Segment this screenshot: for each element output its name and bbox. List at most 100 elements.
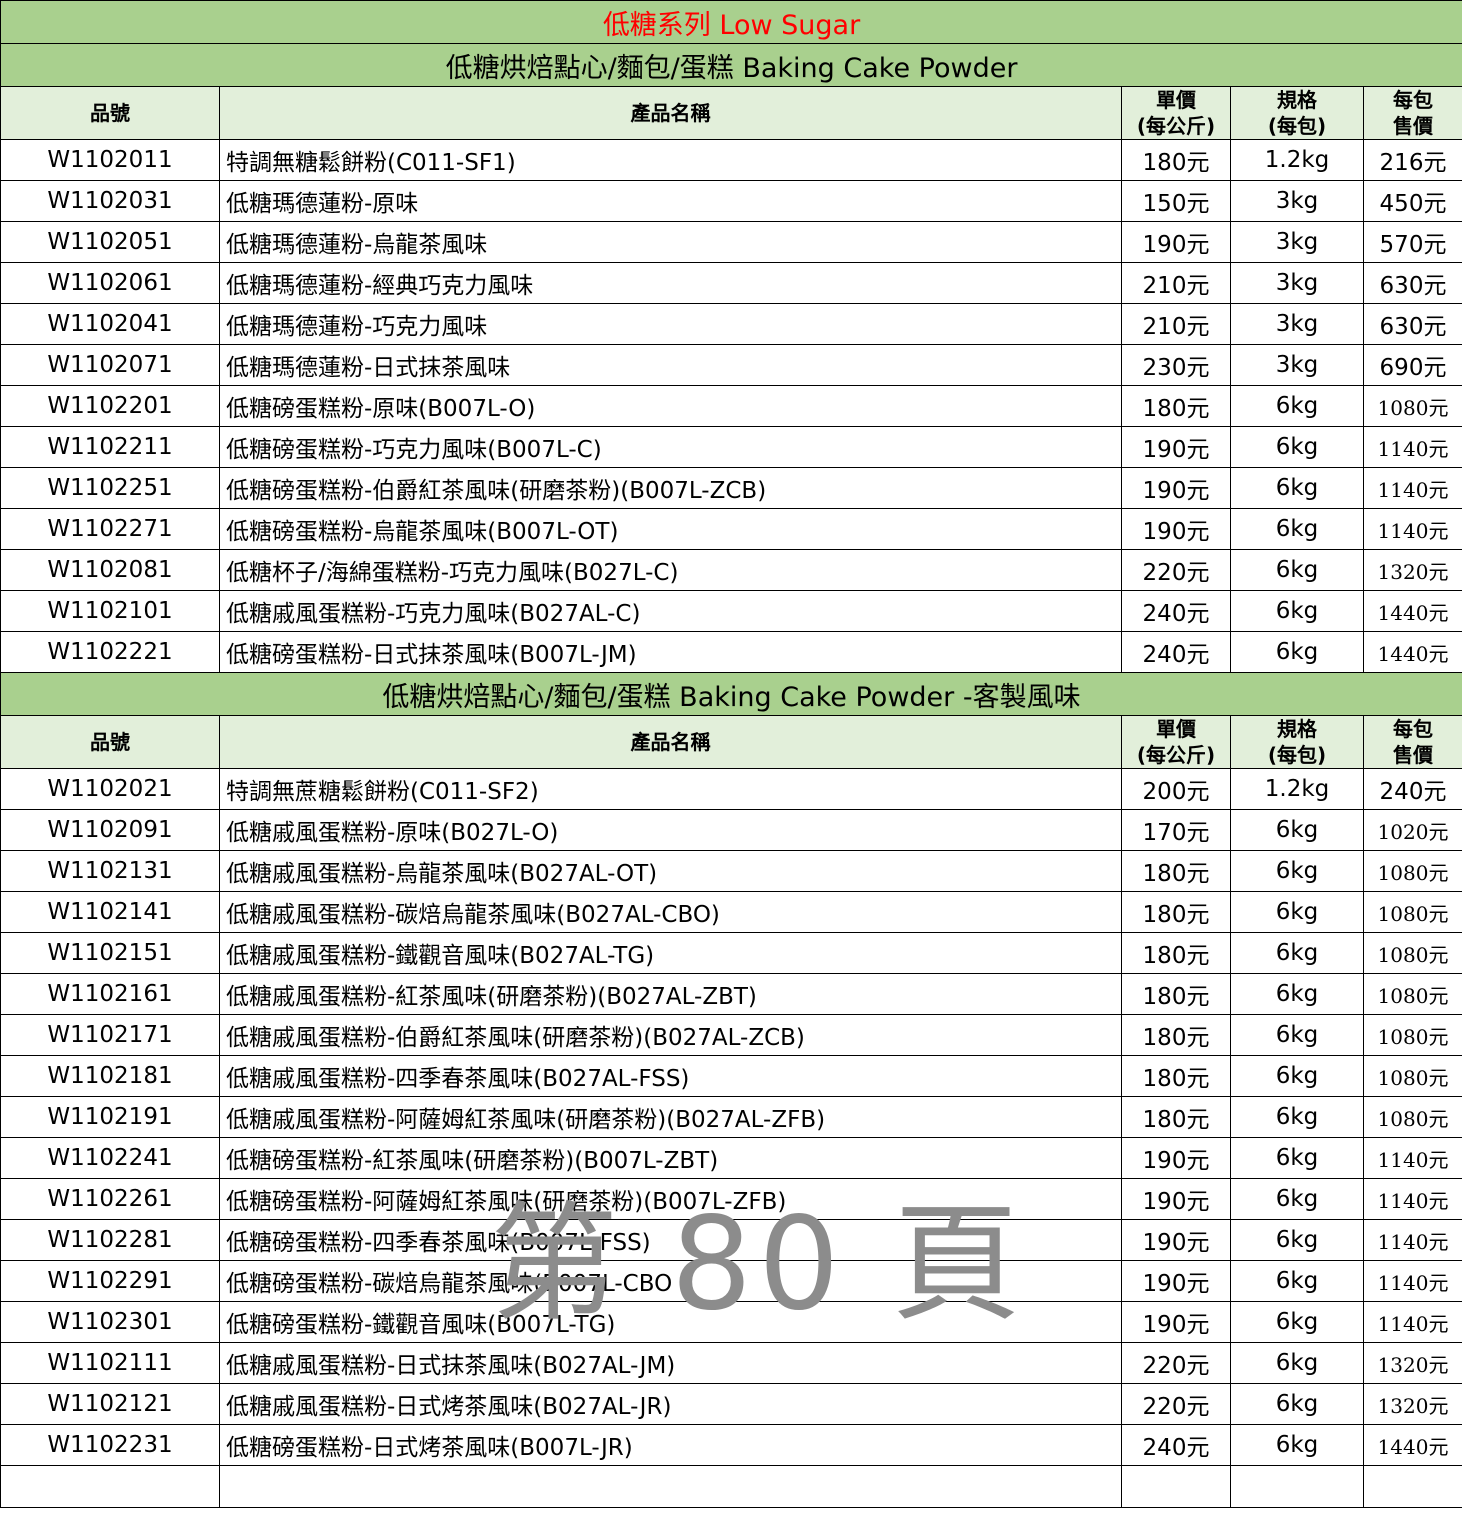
empty-cell	[1230, 1465, 1364, 1508]
product-code: W1102291	[0, 1260, 220, 1302]
product-name: 低糖瑪德蓮粉-經典巧克力風味	[219, 262, 1122, 304]
pack-spec: 6kg	[1230, 1383, 1364, 1425]
section-banner-row: 低糖烘焙點心/麵包/蛋糕 Baking Cake Powder	[0, 43, 1462, 87]
col-header-name: 產品名稱	[219, 715, 1122, 769]
product-name: 低糖磅蛋糕粉-日式抹茶風味(B007L-JM)	[219, 631, 1122, 673]
col-header-spec: 規格 (每包)	[1230, 715, 1364, 769]
table-row: W1102131 低糖戚風蛋糕粉-烏龍茶風味(B027AL-OT) 180元 6kg 1…	[0, 850, 1462, 892]
pack-spec: 6kg	[1230, 1014, 1364, 1056]
unit-price: 180元	[1121, 139, 1231, 181]
pack-price: 1080元	[1362, 932, 1462, 974]
pack-spec: 6kg	[1230, 932, 1364, 974]
product-code: W1102171	[0, 1014, 220, 1056]
pack-spec: 6kg	[1230, 1424, 1364, 1466]
product-code: W1102211	[0, 426, 220, 468]
pack-price: 1140元	[1362, 467, 1462, 509]
unit-price: 210元	[1121, 303, 1231, 345]
pack-price: 1140元	[1362, 1137, 1462, 1179]
pack-price: 1140元	[1362, 1301, 1462, 1343]
product-name: 低糖戚風蛋糕粉-四季春茶風味(B027AL-FSS)	[219, 1055, 1122, 1097]
pack-spec: 3kg	[1230, 344, 1364, 386]
unit-price: 180元	[1121, 891, 1231, 933]
pack-price: 570元	[1362, 221, 1462, 263]
product-name: 低糖戚風蛋糕粉-烏龍茶風味(B027AL-OT)	[219, 850, 1122, 892]
pack-spec: 6kg	[1230, 631, 1364, 673]
table-row: W1102121 低糖戚風蛋糕粉-日式烤茶風味(B027AL-JR) 220元 6kg…	[0, 1383, 1462, 1425]
table-row: W1102071 低糖瑪德蓮粉-日式抹茶風味 230元 3kg 690元	[0, 344, 1462, 386]
col-header-unit-price-line1: 單價	[1156, 88, 1196, 112]
col-header-pack-price: 每包 售價	[1362, 715, 1462, 769]
unit-price: 180元	[1121, 850, 1231, 892]
pack-price: 1320元	[1362, 549, 1462, 591]
product-code: W1102201	[0, 385, 220, 427]
col-header-spec-line2: (每包)	[1267, 114, 1327, 138]
product-name: 低糖磅蛋糕粉-紅茶風味(研磨茶粉)(B007L-ZBT)	[219, 1137, 1122, 1179]
pack-price: 1080元	[1362, 850, 1462, 892]
unit-price: 220元	[1121, 549, 1231, 591]
table-row: W1102251 低糖磅蛋糕粉-伯爵紅茶風味(研磨茶粉)(B007L-ZCB) 19…	[0, 467, 1462, 509]
pack-spec: 3kg	[1230, 303, 1364, 345]
section-banner-row: 低糖烘焙點心/麵包/蛋糕 Baking Cake Powder -客製風味	[0, 672, 1462, 716]
pack-spec: 6kg	[1230, 809, 1364, 851]
product-name: 低糖戚風蛋糕粉-原味(B027L-O)	[219, 809, 1122, 851]
col-header-unit-price-line2: (每公斤)	[1136, 743, 1216, 767]
table-row: W1102081 低糖杯子/海綿蛋糕粉-巧克力風味(B027L-C) 220元 6kg…	[0, 549, 1462, 591]
product-name: 低糖瑪德蓮粉-烏龍茶風味	[219, 221, 1122, 263]
pack-spec: 1.2kg	[1230, 768, 1364, 810]
product-name: 低糖磅蛋糕粉-烏龍茶風味(B007L-OT)	[219, 508, 1122, 550]
product-code: W1102241	[0, 1137, 220, 1179]
pack-spec: 6kg	[1230, 973, 1364, 1015]
product-code: W1102131	[0, 850, 220, 892]
table-row: W1102281 低糖磅蛋糕粉-四季春茶風味(B007L-FSS) 190元 6kg 1…	[0, 1219, 1462, 1261]
product-code: W1102081	[0, 549, 220, 591]
unit-price: 190元	[1121, 1137, 1231, 1179]
col-header-spec-line1: 規格	[1277, 717, 1317, 741]
pack-price: 1080元	[1362, 1055, 1462, 1097]
product-name: 低糖戚風蛋糕粉-伯爵紅茶風味(研磨茶粉)(B027AL-ZCB)	[219, 1014, 1122, 1056]
pack-price: 690元	[1362, 344, 1462, 386]
pack-price: 1080元	[1362, 385, 1462, 427]
pack-spec: 6kg	[1230, 1055, 1364, 1097]
product-name: 低糖磅蛋糕粉-伯爵紅茶風味(研磨茶粉)(B007L-ZCB)	[219, 467, 1122, 509]
product-code: W1102121	[0, 1383, 220, 1425]
pack-price: 450元	[1362, 180, 1462, 222]
table-row: W1102021 特調無蔗糖鬆餅粉(C011-SF2) 200元 1.2kg 240元	[0, 768, 1462, 810]
pack-spec: 6kg	[1230, 1219, 1364, 1261]
table-row: W1102161 低糖戚風蛋糕粉-紅茶風味(研磨茶粉)(B027AL-ZBT) 18…	[0, 973, 1462, 1015]
unit-price: 200元	[1121, 768, 1231, 810]
unit-price: 180元	[1121, 1014, 1231, 1056]
table-row: W1102171 低糖戚風蛋糕粉-伯爵紅茶風味(研磨茶粉)(B027AL-ZCB)…	[0, 1014, 1462, 1056]
pack-price: 1140元	[1362, 1219, 1462, 1261]
unit-price: 220元	[1121, 1383, 1231, 1425]
product-name: 低糖戚風蛋糕粉-鐵觀音風味(B027AL-TG)	[219, 932, 1122, 974]
pack-spec: 6kg	[1230, 1096, 1364, 1138]
table-row: W1102291 低糖磅蛋糕粉-碳焙烏龍茶風味(B007L-CBO 190元 6kg 1…	[0, 1260, 1462, 1302]
pack-spec: 1.2kg	[1230, 139, 1364, 181]
col-header-unit-price-line2: (每公斤)	[1136, 114, 1216, 138]
pack-spec: 6kg	[1230, 1301, 1364, 1343]
product-code: W1102161	[0, 973, 220, 1015]
pack-spec: 6kg	[1230, 1178, 1364, 1220]
unit-price: 180元	[1121, 1055, 1231, 1097]
product-code: W1102061	[0, 262, 220, 304]
pack-price: 1020元	[1362, 809, 1462, 851]
pack-spec: 3kg	[1230, 180, 1364, 222]
pack-spec: 6kg	[1230, 891, 1364, 933]
product-code: W1102011	[0, 139, 220, 181]
product-name: 低糖戚風蛋糕粉-日式抹茶風味(B027AL-JM)	[219, 1342, 1122, 1384]
col-header-pack-price-line2: 售價	[1393, 114, 1433, 138]
pack-price: 1440元	[1362, 590, 1462, 632]
pack-price: 630元	[1362, 262, 1462, 304]
unit-price: 190元	[1121, 221, 1231, 263]
table-row: W1102061 低糖瑪德蓮粉-經典巧克力風味 210元 3kg 630元	[0, 262, 1462, 304]
col-header-pack-price: 每包 售價	[1362, 86, 1462, 140]
col-header-unit-price: 單價 (每公斤)	[1121, 715, 1231, 769]
page-title: 低糖系列 Low Sugar	[0, 0, 1462, 44]
empty-cell	[1121, 1465, 1231, 1508]
product-code: W1102191	[0, 1096, 220, 1138]
table-row: W1102031 低糖瑪德蓮粉-原味 150元 3kg 450元	[0, 180, 1462, 222]
pack-spec: 6kg	[1230, 467, 1364, 509]
unit-price: 190元	[1121, 426, 1231, 468]
col-header-pack-price-line2: 售價	[1393, 743, 1433, 767]
column-header-row: 品號 產品名稱 單價 (每公斤) 規格 (每包) 每包 售價	[0, 86, 1462, 140]
